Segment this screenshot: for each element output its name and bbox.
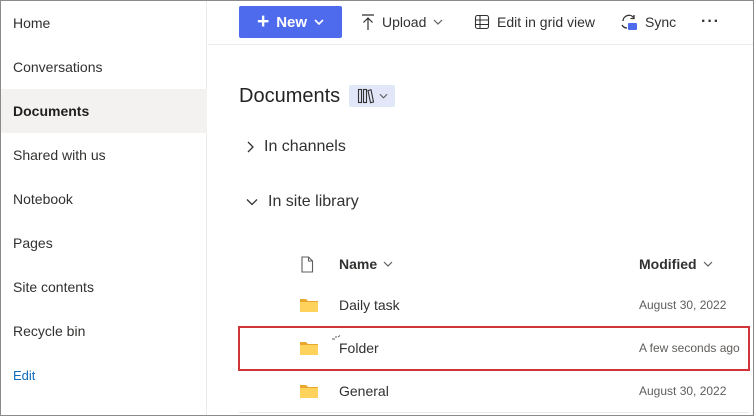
nav-conversations-label: Conversations: [13, 59, 103, 75]
sync-label: Sync: [645, 14, 677, 30]
folder-icon: [300, 342, 318, 355]
nav-notebook[interactable]: Notebook: [1, 177, 207, 221]
more-options-button[interactable]: ···: [701, 6, 720, 38]
nav-pages-label: Pages: [13, 235, 53, 251]
ellipsis-icon: ···: [701, 13, 720, 30]
chevron-down-icon: [246, 199, 258, 206]
sync-icon: [621, 14, 637, 30]
library-view-switcher[interactable]: [349, 85, 395, 107]
nav-notebook-label: Notebook: [13, 191, 73, 207]
in-site-library-section[interactable]: In site library: [246, 189, 359, 215]
file-type-column-header[interactable]: [300, 250, 314, 278]
nav-site-contents-label: Site contents: [13, 279, 94, 295]
new-button[interactable]: + New: [239, 6, 342, 38]
library-icon: [357, 88, 374, 104]
row-modified: A few seconds ago: [639, 341, 740, 355]
nav-home-label: Home: [13, 15, 51, 31]
sync-button[interactable]: Sync: [620, 6, 676, 38]
plus-icon: +: [256, 9, 270, 33]
in-channels-label: In channels: [264, 138, 346, 155]
command-bar: + New Upload Edit in grid view Sync ···: [208, 1, 753, 45]
in-site-library-label: In site library: [268, 193, 359, 210]
nav-conversations[interactable]: Conversations: [1, 45, 207, 89]
modified-column-header[interactable]: Modified: [639, 250, 713, 278]
in-channels-section[interactable]: In channels: [246, 134, 346, 160]
table-row[interactable]: Daily task August 30, 2022: [239, 284, 749, 327]
document-icon: [301, 255, 314, 273]
row-name[interactable]: Folder: [339, 340, 379, 356]
chevron-down-icon: [703, 261, 712, 267]
left-navigation: Home Conversations Documents Shared with…: [1, 1, 207, 415]
new-button-label: New: [276, 13, 308, 31]
arrow-up-icon: [362, 13, 374, 30]
grid-table-icon: [474, 14, 490, 30]
nav-pages[interactable]: Pages: [1, 221, 207, 265]
row-name[interactable]: General: [339, 383, 389, 399]
chevron-down-icon: [314, 19, 324, 25]
row-modified: August 30, 2022: [639, 298, 727, 312]
row-modified: August 30, 2022: [639, 384, 727, 398]
nav-site-contents[interactable]: Site contents: [1, 265, 207, 309]
modified-column-label: Modified: [639, 256, 697, 272]
edit-grid-view-button[interactable]: Edit in grid view: [474, 6, 595, 38]
folder-icon: [300, 299, 318, 312]
nav-shared-with-us[interactable]: Shared with us: [1, 133, 207, 177]
nav-edit-label: Edit: [13, 367, 36, 383]
chevron-down-icon: [379, 93, 387, 99]
chevron-right-icon: [247, 141, 254, 153]
name-column-label: Name: [339, 256, 378, 272]
folder-icon: [300, 385, 318, 398]
nav-shared-with-us-label: Shared with us: [13, 147, 106, 163]
nav-home[interactable]: Home: [1, 1, 207, 45]
row-name[interactable]: Daily task: [339, 297, 400, 313]
table-row-highlighted[interactable]: Folder A few seconds ago: [238, 326, 750, 371]
name-column-header[interactable]: Name: [339, 250, 393, 278]
table-row[interactable]: General August 30, 2022: [239, 370, 749, 413]
nav-recycle-bin-label: Recycle bin: [13, 323, 86, 339]
nav-edit-link[interactable]: Edit: [1, 353, 207, 397]
nav-documents-label: Documents: [13, 103, 90, 119]
page-title: Documents: [239, 85, 341, 107]
nav-recycle-bin[interactable]: Recycle bin: [1, 309, 207, 353]
chevron-down-icon: [383, 261, 393, 267]
edit-grid-view-label: Edit in grid view: [497, 14, 596, 30]
upload-button[interactable]: Upload: [361, 6, 443, 38]
upload-label: Upload: [382, 14, 427, 30]
chevron-down-icon: [433, 19, 443, 25]
nav-documents[interactable]: Documents: [1, 89, 207, 133]
